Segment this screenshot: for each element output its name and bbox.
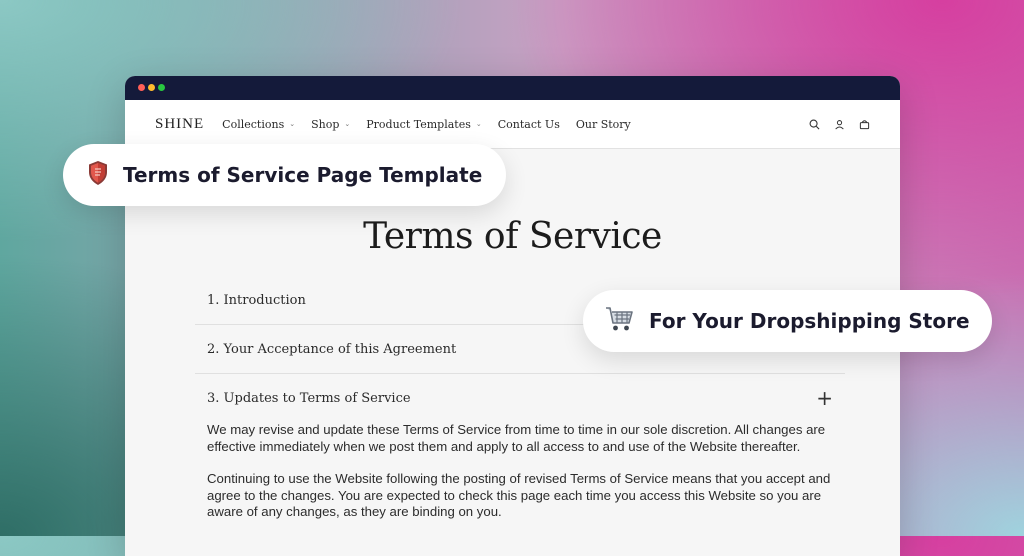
nav-item-contact-us[interactable]: Contact Us [498,118,560,131]
chevron-down-icon: ⌄ [344,120,351,128]
accordion-title: 2. Your Acceptance of this Agreement [207,341,457,357]
nav-item-collections[interactable]: Collections ⌄ [222,118,295,131]
maximize-window-dot[interactable] [158,84,165,91]
nav-item-label: Product Templates [366,117,471,131]
accordion-title: 1. Introduction [207,292,306,308]
accordion-item-updates[interactable]: 3. Updates to Terms of Service + [195,374,845,422]
shopping-cart-icon [605,306,635,337]
accordion-body: We may revise and update these Terms of … [195,422,845,521]
nav-item-label: Shop [311,117,340,131]
minimize-window-dot[interactable] [148,84,155,91]
page-title: Terms of Service [363,216,662,257]
nav-item-label: Our Story [575,117,631,131]
template-badge: Terms of Service Page Template [63,144,507,206]
template-badge-label: Terms of Service Page Template [123,163,483,187]
search-icon[interactable] [809,119,820,130]
accordion-paragraph: We may revise and update these Terms of … [207,422,826,454]
nav-item-shop[interactable]: Shop ⌄ [311,118,350,131]
window-titlebar [125,76,900,100]
shield-icon [87,160,109,191]
store-badge: For Your Dropshipping Store [583,290,992,352]
nav-item-product-templates[interactable]: Product Templates ⌄ [366,118,481,131]
nav-icons [809,119,870,130]
nav-item-label: Collections [222,117,285,131]
store-badge-label: For Your Dropshipping Store [649,309,970,333]
chevron-down-icon: ⌄ [475,120,482,128]
plus-icon[interactable]: + [816,388,833,408]
cart-icon[interactable] [859,119,870,130]
nav-item-our-story[interactable]: Our Story [576,118,631,131]
nav-item-label: Contact Us [497,117,560,131]
close-window-dot[interactable] [138,84,145,91]
store-navbar: SHINE Collections ⌄ Shop ⌄ Product Templ… [125,100,900,149]
user-icon[interactable] [834,119,845,130]
accordion-title: 3. Updates to Terms of Service [207,390,411,406]
chevron-down-icon: ⌄ [289,120,296,128]
store-logo[interactable]: SHINE [155,116,204,133]
accordion-paragraph: Continuing to use the Website following … [207,471,831,519]
